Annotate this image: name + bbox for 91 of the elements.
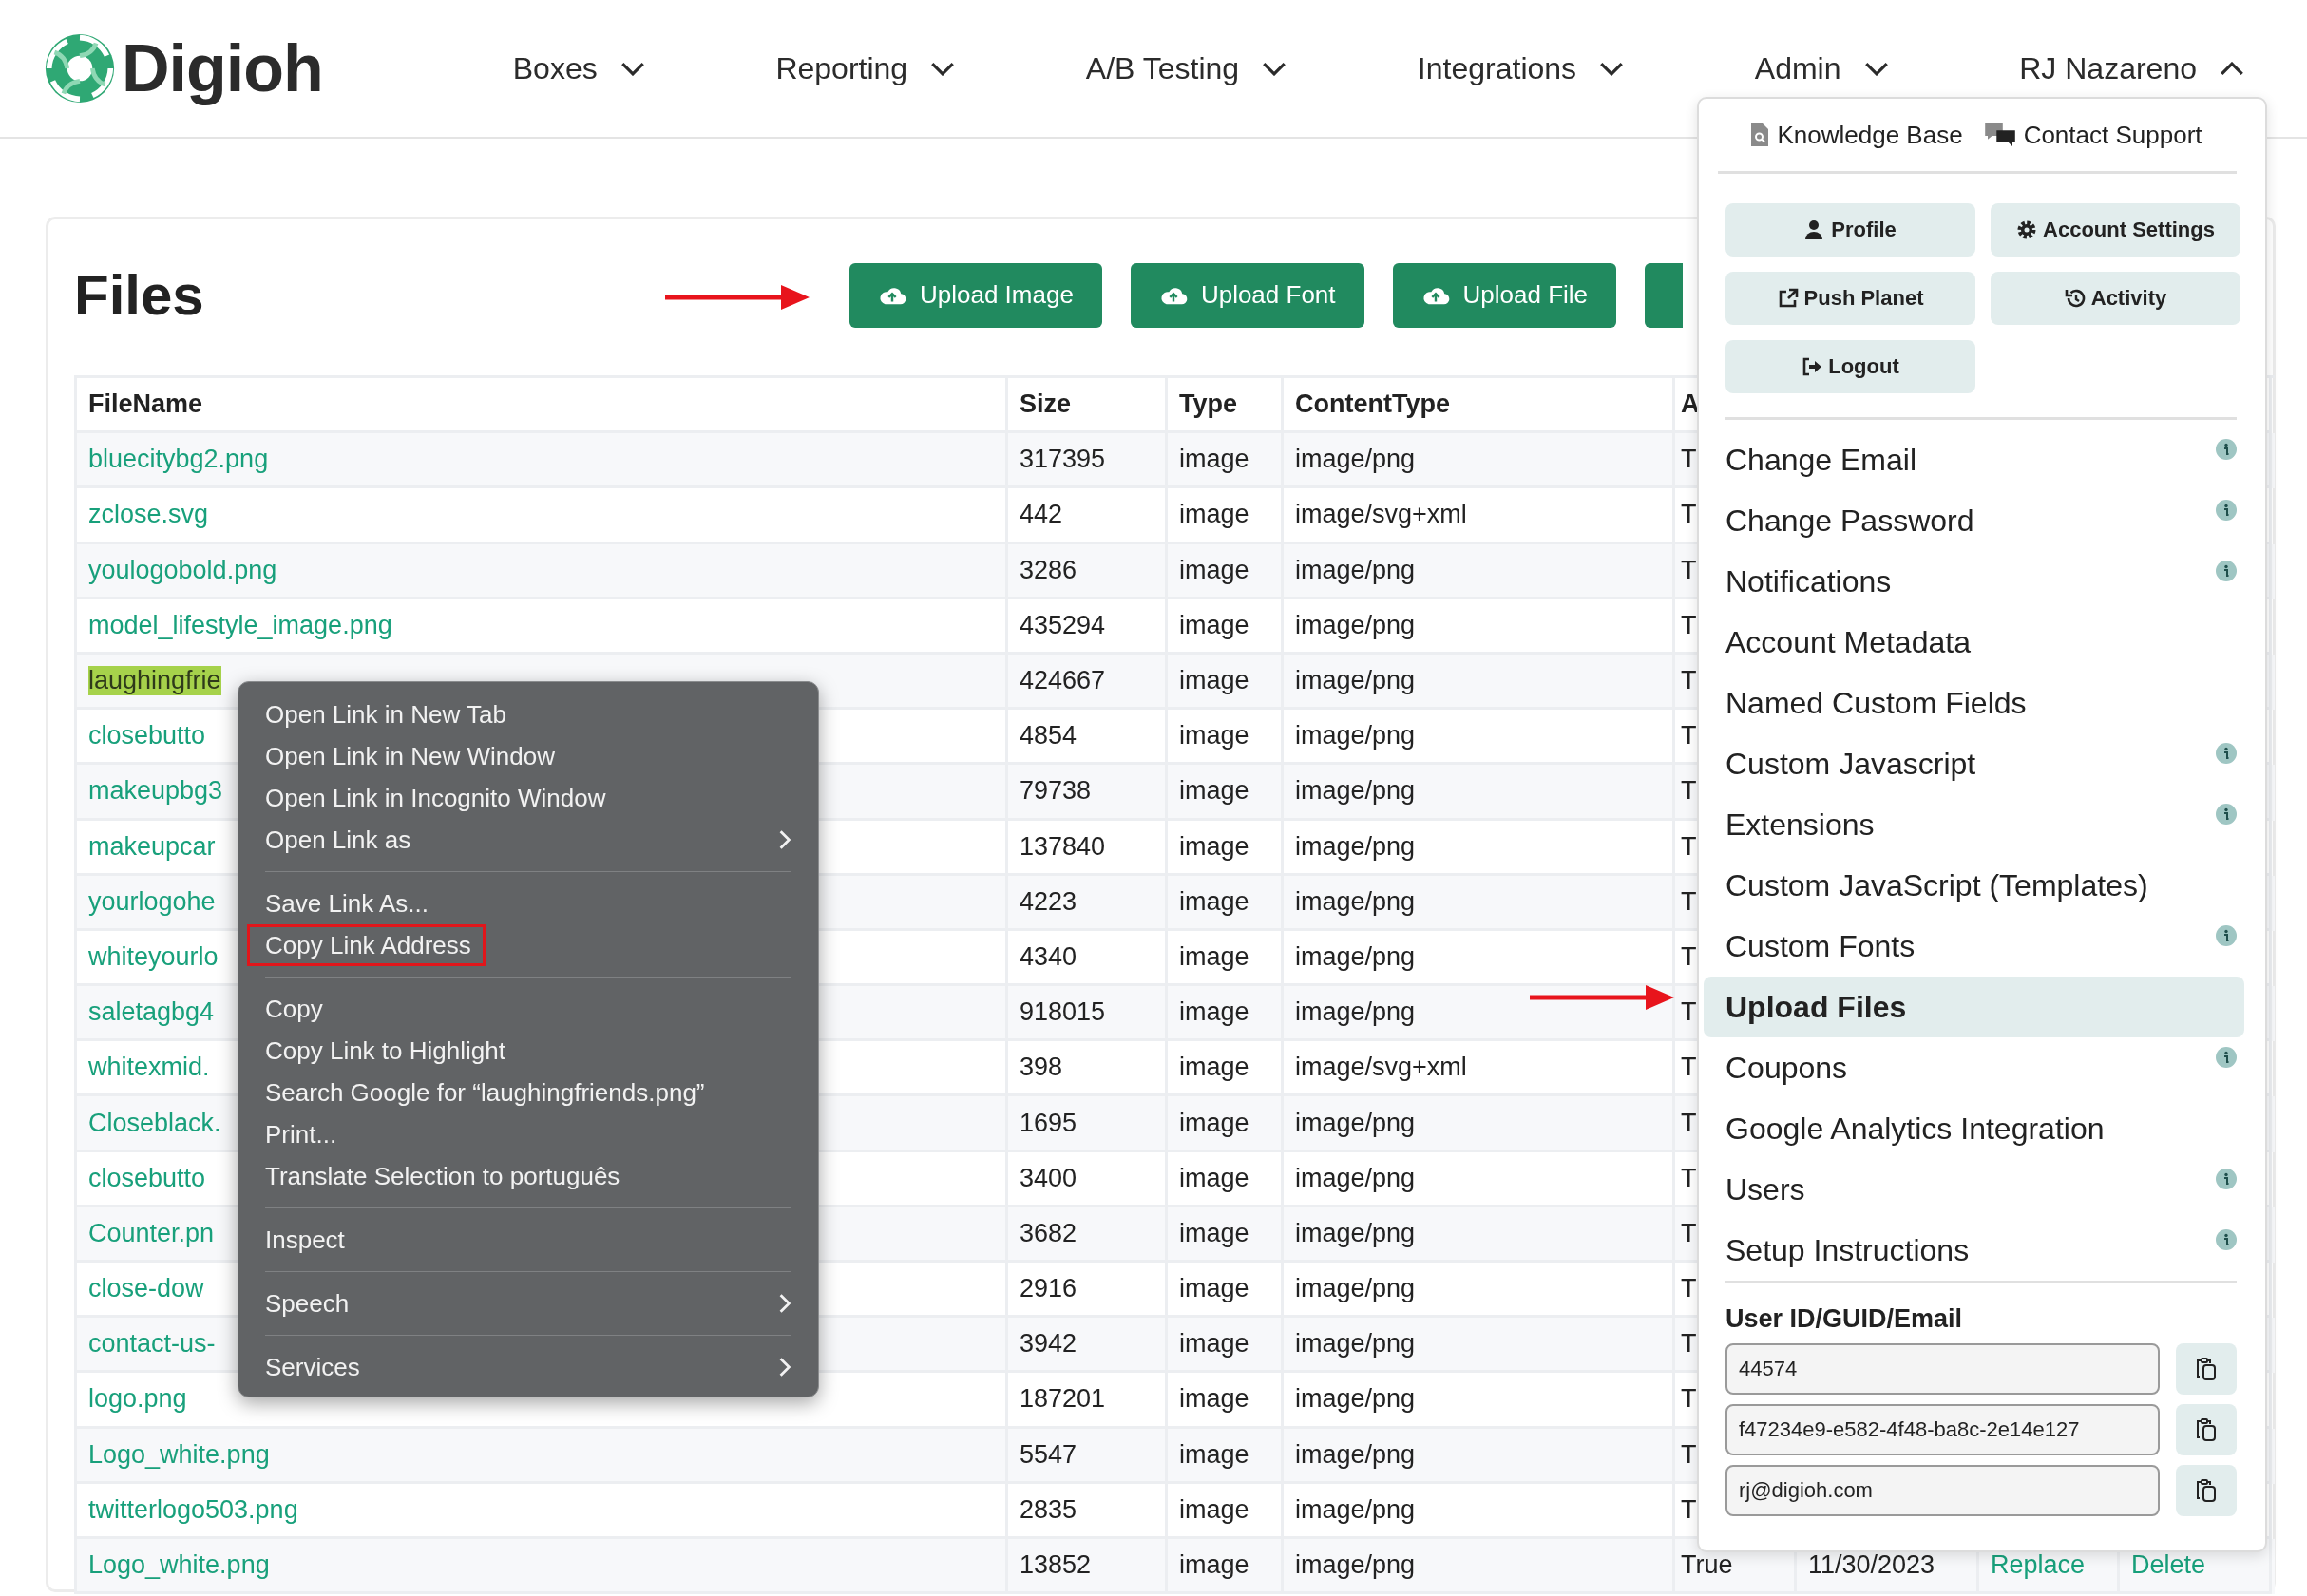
menu-item[interactable]: Services <box>238 1346 818 1388</box>
file-link[interactable]: contact-us- <box>88 1329 216 1359</box>
table-cell: 3942 <box>1008 1318 1168 1374</box>
table-cell: image <box>1168 1318 1284 1374</box>
file-link[interactable]: model_lifestyle_image.png <box>88 610 392 640</box>
nav-menu[interactable]: Admin <box>1754 50 1889 86</box>
table-cell: image/png <box>1284 1318 1675 1374</box>
menu-item[interactable]: Translate Selection to português <box>238 1155 818 1197</box>
action-link[interactable]: Replace <box>1991 1550 2086 1581</box>
file-link[interactable]: whitexmid. <box>88 1053 210 1083</box>
table-cell: 317395 <box>1008 433 1168 489</box>
readonly-field[interactable]: 44574 <box>1725 1343 2160 1395</box>
table-cell: 3682 <box>1008 1206 1168 1263</box>
menu-item[interactable]: Save Link As... <box>238 883 818 924</box>
menu-item[interactable]: Open Link in New Window <box>238 735 818 777</box>
file-link[interactable]: makeupbg3 <box>88 776 223 807</box>
account-button[interactable]: Activity <box>1991 272 2240 325</box>
table-cell: image <box>1168 433 1284 489</box>
file-link[interactable]: Closeblack. <box>88 1108 221 1138</box>
table-cell: image/png <box>1284 875 1675 931</box>
nav-menu[interactable]: Reporting <box>775 50 956 86</box>
account-button[interactable]: Account Settings <box>1991 203 2240 256</box>
file-link[interactable]: laughingfrie <box>88 666 221 696</box>
page-title: Files <box>74 262 204 328</box>
file-link[interactable]: twitterlogo503.png <box>88 1494 298 1525</box>
table-cell: 13852 <box>1008 1538 1168 1595</box>
table-cell: 5547 <box>1008 1428 1168 1484</box>
account-button[interactable]: Push Planet <box>1725 272 1975 325</box>
menu-item[interactable]: Print... <box>238 1113 818 1155</box>
logo-text: Digioh <box>122 30 323 106</box>
table-cell: image/png <box>1284 654 1675 711</box>
table-cell: image <box>1168 1206 1284 1263</box>
file-link[interactable]: Logo_white.png <box>88 1550 270 1581</box>
table-cell: image/png <box>1284 1206 1675 1263</box>
table-cell: 79738 <box>1008 765 1168 821</box>
file-link[interactable]: makeupcar <box>88 831 216 862</box>
menu-item[interactable]: Open Link as <box>238 819 818 861</box>
table-cell: image <box>1168 1428 1284 1484</box>
file-link[interactable]: close-dow <box>88 1274 204 1304</box>
menu-item[interactable]: Copy Link to Highlight <box>238 1030 818 1072</box>
table-cell: 424667 <box>1008 654 1168 711</box>
table-cell: image <box>1168 986 1284 1042</box>
file-link[interactable]: Logo_white.png <box>88 1439 270 1470</box>
menu-item[interactable]: Search Google for “laughingfriends.png” <box>238 1072 818 1113</box>
upload-button[interactable]: Upload Image <box>849 262 1102 328</box>
menu-item[interactable]: Copy Link Address <box>247 924 486 966</box>
table-cell: image <box>1168 765 1284 821</box>
account-button[interactable]: Profile <box>1725 203 1975 256</box>
table-cell: 918015 <box>1008 986 1168 1042</box>
table-cell: 3286 <box>1008 543 1168 599</box>
file-link[interactable]: closebutto <box>88 721 206 751</box>
table-cell: image/png <box>1284 1428 1675 1484</box>
menu-item[interactable]: Speech <box>238 1282 818 1324</box>
table-cell: 1695 <box>1008 1096 1168 1152</box>
nav-menu[interactable]: Boxes <box>512 50 645 86</box>
file-link[interactable]: youlogobold.png <box>88 555 277 585</box>
account-button[interactable]: Logout <box>1725 340 1975 393</box>
menu-item[interactable]: Inspect <box>238 1219 818 1261</box>
table-cell: image/png <box>1284 1096 1675 1152</box>
file-link[interactable]: whiteyourlo <box>88 941 219 972</box>
table-cell: image/png <box>1284 543 1675 599</box>
nav-menu[interactable]: A/B Testing <box>1085 50 1287 86</box>
table-cell: image <box>1168 1538 1284 1595</box>
file-link[interactable]: bluecitybg2.png <box>88 445 269 475</box>
readonly-field[interactable]: f47234e9-e582-4f48-ba8c-2e14e127 <box>1725 1404 2160 1455</box>
nav-menu[interactable]: Integrations <box>1417 50 1625 86</box>
table-cell: image <box>1168 875 1284 931</box>
table-cell: 4223 <box>1008 875 1168 931</box>
upload-button[interactable]: Upload File <box>1392 262 1617 328</box>
file-link[interactable]: Counter.pn <box>88 1218 215 1248</box>
action-link[interactable]: Delete <box>2131 1550 2206 1581</box>
table-cell: image/png <box>1284 765 1675 821</box>
upload-button[interactable]: Upload Font <box>1130 262 1364 328</box>
table-cell: image <box>1168 543 1284 599</box>
file-link[interactable]: closebutto <box>88 1163 206 1193</box>
help-link[interactable]: Contact Support <box>1983 120 2202 150</box>
menu-item[interactable]: Open Link in Incognito Window <box>238 777 818 819</box>
menu-item[interactable]: Open Link in New Tab <box>238 694 818 735</box>
file-link[interactable]: saletagbg4 <box>88 998 215 1028</box>
readonly-field[interactable]: rj@digioh.com <box>1725 1465 2160 1516</box>
help-link[interactable]: Knowledge Base <box>1750 120 1963 150</box>
file-link[interactable]: logo.png <box>88 1384 187 1415</box>
table-cell: image/png <box>1284 433 1675 489</box>
nav-menu[interactable]: RJ Nazareno <box>2019 50 2244 86</box>
file-link[interactable]: yourlogohe <box>88 886 216 917</box>
menu-item[interactable]: Upload Files <box>1704 977 2244 1037</box>
table-cell: image <box>1168 1096 1284 1152</box>
table-cell: image <box>1168 654 1284 711</box>
file-link[interactable]: zclose.svg <box>88 500 209 530</box>
menu-item[interactable]: Copy <box>238 988 818 1030</box>
table-cell: image/png <box>1284 1538 1675 1595</box>
